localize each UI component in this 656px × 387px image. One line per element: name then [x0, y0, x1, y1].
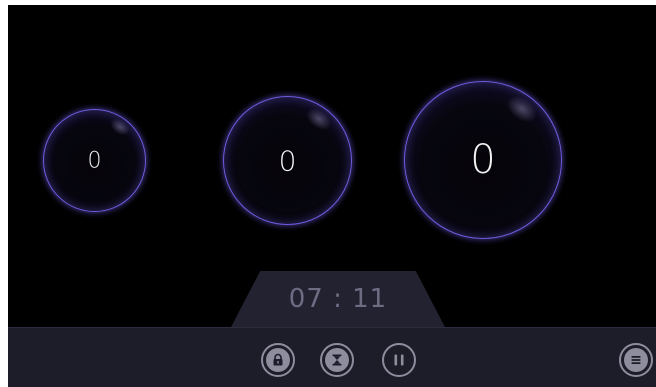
lock-button[interactable]: [261, 343, 295, 377]
bubble-medium-value: 0: [278, 144, 297, 177]
app-screen: 0 0 0 07 : 11: [8, 5, 656, 387]
bubble-large[interactable]: 0: [404, 81, 562, 239]
pause-button[interactable]: [382, 343, 416, 377]
bottom-toolbar: [8, 327, 656, 387]
bubble-small[interactable]: 0: [43, 109, 146, 212]
bubble-large-value: 0: [470, 137, 496, 183]
hourglass-button[interactable]: [320, 343, 354, 377]
timer-display: 07 : 11: [288, 284, 388, 314]
bubble-small-value: 0: [87, 148, 102, 173]
menu-icon: [624, 348, 648, 372]
pause-icon: [394, 354, 404, 366]
hourglass-icon: [325, 348, 349, 372]
lock-icon: [266, 348, 290, 372]
menu-button[interactable]: [619, 343, 653, 377]
bubble-medium[interactable]: 0: [223, 96, 352, 225]
